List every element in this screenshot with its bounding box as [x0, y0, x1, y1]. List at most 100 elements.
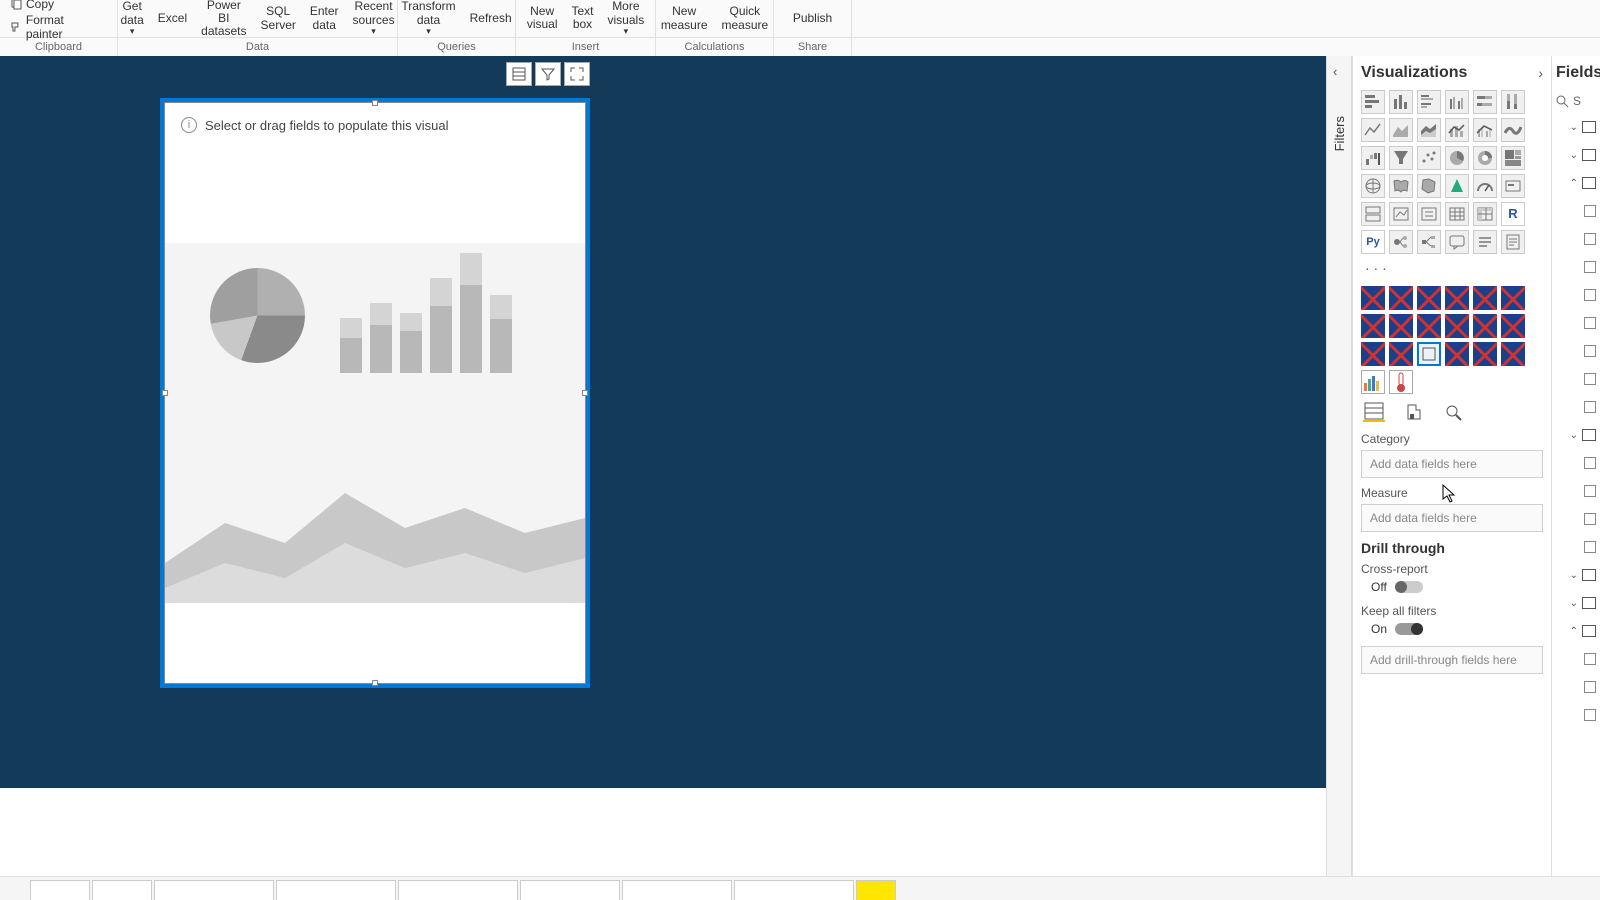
cross-report-toggle[interactable]	[1395, 581, 1423, 593]
visualizations-collapse-icon[interactable]: ›	[1538, 65, 1543, 81]
custom-visual-icon[interactable]	[1361, 286, 1385, 310]
fields-column-row[interactable]	[1556, 454, 1596, 472]
page-tab[interactable]	[30, 880, 90, 900]
custom-visual-icon[interactable]	[1361, 314, 1385, 338]
ribbon-chart-icon[interactable]	[1501, 118, 1525, 142]
drill-through-fields[interactable]: Add drill-through fields here	[1361, 646, 1543, 674]
hundred-stacked-bar-icon[interactable]	[1473, 90, 1497, 114]
custom-visual-icon[interactable]	[1417, 314, 1441, 338]
custom-visual-icon[interactable]	[1473, 314, 1497, 338]
custom-visual-icon[interactable]	[1473, 342, 1497, 366]
custom-visual-icon[interactable]	[1473, 286, 1497, 310]
filters-pane-collapsed[interactable]: ‹ Filters	[1326, 56, 1352, 876]
fields-column-row[interactable]	[1556, 538, 1596, 556]
pie-icon[interactable]	[1445, 146, 1469, 170]
pbi-datasets-button[interactable]: Power BI datasets	[197, 0, 250, 38]
line-chart-icon[interactable]	[1361, 118, 1385, 142]
transform-data-button[interactable]: Transform data▾	[397, 0, 459, 36]
visual-header-focus-icon[interactable]	[564, 62, 590, 86]
stacked-bar-icon[interactable]	[1361, 90, 1385, 114]
key-influencers-icon[interactable]	[1389, 230, 1413, 254]
line-stacked-column-icon[interactable]	[1445, 118, 1469, 142]
gauge-icon[interactable]	[1473, 174, 1497, 198]
get-data-button[interactable]: Get data▾	[116, 0, 147, 38]
multi-row-card-icon[interactable]	[1361, 202, 1385, 226]
fields-column-row[interactable]	[1556, 510, 1596, 528]
field-well-category[interactable]: Add data fields here	[1361, 450, 1543, 478]
fields-search[interactable]: S	[1556, 94, 1596, 108]
filters-expand-icon[interactable]: ‹	[1333, 64, 1337, 79]
custom-visual-icon[interactable]	[1417, 286, 1441, 310]
custom-visual-icon[interactable]	[1389, 342, 1413, 366]
slicer-icon[interactable]	[1417, 202, 1441, 226]
recent-sources-button[interactable]: Recent sources▾	[349, 0, 399, 38]
page-tab[interactable]	[520, 880, 620, 900]
page-tab[interactable]	[92, 880, 152, 900]
format-tab-icon[interactable]	[1403, 402, 1425, 422]
table-icon[interactable]	[1445, 202, 1469, 226]
custom-visual-icon[interactable]	[1501, 314, 1525, 338]
report-canvas[interactable]: i Select or drag fields to populate this…	[0, 56, 1326, 876]
page-tab[interactable]	[398, 880, 518, 900]
field-well-measure[interactable]: Add data fields here	[1361, 504, 1543, 532]
waterfall-icon[interactable]	[1361, 146, 1385, 170]
azure-map-icon[interactable]	[1445, 174, 1469, 198]
custom-visual-icon[interactable]	[1445, 342, 1469, 366]
donut-icon[interactable]	[1473, 146, 1497, 170]
analytics-tab-icon[interactable]	[1443, 402, 1465, 422]
fields-table-row[interactable]: ⌄	[1556, 594, 1596, 612]
fields-column-row[interactable]	[1556, 482, 1596, 500]
custom-visual-colorful-icon[interactable]	[1361, 370, 1385, 394]
clustered-bar-icon[interactable]	[1417, 90, 1441, 114]
custom-visual-thermometer-icon[interactable]	[1389, 370, 1413, 394]
fields-tab-icon[interactable]	[1363, 402, 1385, 422]
custom-visual-icon[interactable]	[1389, 286, 1413, 310]
custom-visual-icon[interactable]	[1445, 314, 1469, 338]
format-painter-button[interactable]: Format painter	[10, 13, 103, 41]
treemap-icon[interactable]	[1501, 146, 1525, 170]
sql-server-button[interactable]: SQL Server	[257, 0, 300, 38]
fields-table-row[interactable]: ⌃	[1556, 622, 1596, 640]
page-tab[interactable]	[154, 880, 274, 900]
fields-column-row[interactable]	[1556, 202, 1596, 220]
fields-column-row[interactable]	[1556, 286, 1596, 304]
paginated-report-icon[interactable]	[1501, 230, 1525, 254]
filled-map-icon[interactable]	[1389, 174, 1413, 198]
text-box-button[interactable]: Text box	[568, 0, 598, 36]
decomposition-tree-icon[interactable]	[1417, 230, 1441, 254]
kpi-icon[interactable]	[1389, 202, 1413, 226]
python-visual-icon[interactable]: Py	[1361, 230, 1385, 254]
visual-header-fields-icon[interactable]	[506, 62, 532, 86]
qa-visual-icon[interactable]	[1445, 230, 1469, 254]
custom-visual-icon[interactable]	[1501, 342, 1525, 366]
stacked-column-icon[interactable]	[1389, 90, 1413, 114]
enter-data-button[interactable]: Enter data	[306, 0, 343, 38]
fields-column-row[interactable]	[1556, 650, 1596, 668]
fields-column-row[interactable]	[1556, 230, 1596, 248]
fields-column-row[interactable]	[1556, 258, 1596, 276]
more-visuals-button[interactable]: More visuals▾	[604, 0, 649, 36]
stacked-area-icon[interactable]	[1417, 118, 1441, 142]
line-clustered-column-icon[interactable]	[1473, 118, 1497, 142]
fields-table-row[interactable]: ⌄	[1556, 426, 1596, 444]
clustered-column-icon[interactable]	[1445, 90, 1469, 114]
scatter-icon[interactable]	[1417, 146, 1441, 170]
page-tab[interactable]	[734, 880, 854, 900]
r-visual-icon[interactable]: R	[1501, 202, 1525, 226]
map-icon[interactable]	[1361, 174, 1385, 198]
excel-button[interactable]: Excel	[154, 0, 191, 38]
fields-column-row[interactable]	[1556, 314, 1596, 332]
visual-header-filter-icon[interactable]	[535, 62, 561, 86]
funnel-icon[interactable]	[1389, 146, 1413, 170]
smart-narrative-icon[interactable]	[1473, 230, 1497, 254]
selected-visual[interactable]: i Select or drag fields to populate this…	[160, 98, 590, 688]
quick-measure-button[interactable]: Quick measure	[718, 5, 773, 31]
shape-map-icon[interactable]	[1417, 174, 1441, 198]
new-visual-button[interactable]: New visual	[523, 0, 562, 36]
page-tab[interactable]	[622, 880, 732, 900]
page-tab[interactable]	[276, 880, 396, 900]
refresh-button[interactable]: Refresh	[466, 0, 516, 36]
card-icon[interactable]	[1501, 174, 1525, 198]
publish-button[interactable]: Publish	[789, 12, 836, 25]
area-chart-icon[interactable]	[1389, 118, 1413, 142]
